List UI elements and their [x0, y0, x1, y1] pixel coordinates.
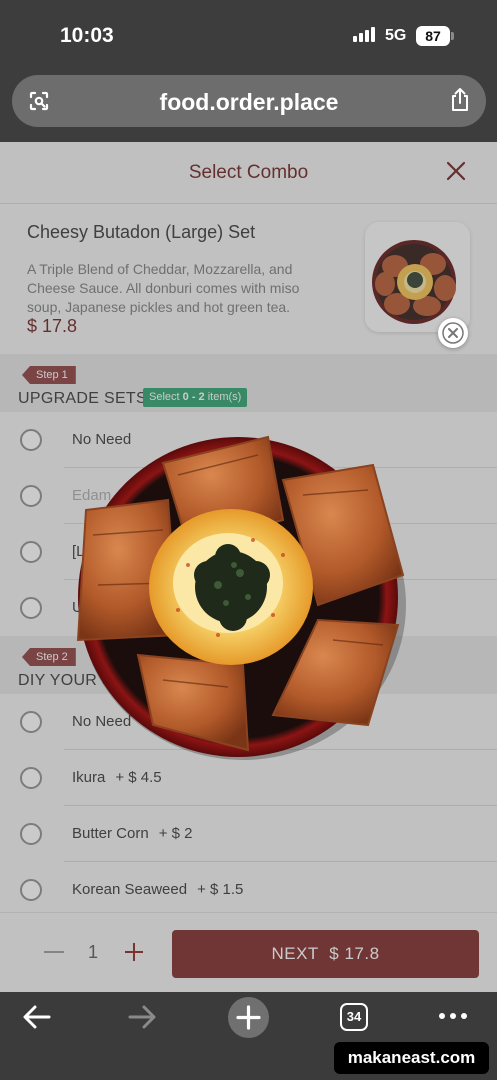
option-row[interactable]: Korean Seaweed + $ 1.5 [0, 862, 497, 918]
option-name: Butter Corn [72, 825, 149, 842]
product-price: $ 17.8 [27, 316, 78, 336]
radio-button[interactable] [20, 767, 42, 789]
modal-title: Select Combo [188, 162, 309, 183]
option-label: Korean Seaweed + $ 1.5 [72, 881, 243, 898]
browser-address-area: food.order.place [0, 70, 497, 142]
next-label: NEXT [271, 944, 319, 963]
radio-button[interactable] [20, 429, 42, 451]
option-label: Butter Corn + $ 2 [72, 825, 192, 842]
product-thumbnail[interactable] [365, 222, 470, 332]
badge-range: 0 - 2 [182, 391, 205, 403]
radio-button[interactable] [20, 541, 42, 563]
option-name: Ikura [72, 769, 106, 786]
radio-button[interactable] [20, 711, 42, 733]
battery-icon: 87 [416, 26, 450, 46]
more-dots-icon[interactable] [438, 1012, 468, 1020]
close-preview-button[interactable] [438, 318, 468, 348]
order-footer: 1 NEXT $ 17.8 [0, 912, 497, 992]
plus-icon-horizontal [125, 951, 143, 953]
enlarged-product-image[interactable] [68, 425, 413, 770]
product-description: A Triple Blend of Cheddar, Mozzarella, a… [27, 261, 300, 315]
radio-button[interactable] [20, 597, 42, 619]
product-name: Cheesy Butadon (Large) Set [27, 222, 256, 242]
quantity-value: 1 [88, 942, 99, 962]
close-icon [442, 322, 464, 344]
share-icon[interactable] [448, 87, 472, 113]
option-price: + $ 2 [158, 825, 193, 842]
decrease-quantity-button[interactable] [44, 951, 64, 953]
address-bar[interactable]: food.order.place [12, 75, 486, 127]
option-price: + $ 4.5 [115, 769, 162, 786]
badge-prefix: Select [149, 391, 183, 403]
forward-arrow-icon[interactable] [127, 1004, 157, 1030]
network-type: 5G [385, 27, 407, 44]
option-label: Ikura + $ 4.5 [72, 769, 162, 786]
signal-icon [353, 27, 375, 42]
next-price: $ 17.8 [329, 944, 380, 963]
option-price: + $ 1.5 [197, 881, 244, 898]
step-1-title: UPGRADE SETS [18, 390, 147, 407]
modal-header: Select Combo [0, 142, 497, 204]
next-button[interactable]: NEXT $ 17.8 [172, 930, 479, 978]
product-info: Cheesy Butadon (Large) Set A Triple Blen… [0, 204, 497, 354]
selection-badge: Select 0 - 2 item(s) [143, 388, 248, 407]
tab-count-button[interactable]: 34 [340, 1003, 368, 1031]
radio-button[interactable] [20, 485, 42, 507]
battery-tip [451, 32, 454, 40]
step-1-header: Step 1 UPGRADE SETS Select 0 - 2 item(s) [0, 354, 497, 412]
url-text[interactable]: food.order.place [12, 89, 486, 116]
option-name: Korean Seaweed [72, 881, 188, 898]
watermark: makaneast.com [334, 1042, 489, 1074]
close-icon[interactable] [445, 160, 467, 182]
radio-button[interactable] [20, 879, 42, 901]
step-1-tag: Step 1 [22, 366, 76, 384]
option-row[interactable]: Butter Corn + $ 2 [0, 806, 497, 862]
badge-suffix: item(s) [204, 391, 242, 403]
new-tab-button[interactable] [228, 997, 269, 1038]
radio-button[interactable] [20, 823, 42, 845]
back-arrow-icon[interactable] [22, 1004, 52, 1030]
plus-icon [236, 1005, 261, 1030]
status-bar: 10:03 5G 87 [0, 0, 497, 70]
status-time: 10:03 [60, 24, 114, 47]
